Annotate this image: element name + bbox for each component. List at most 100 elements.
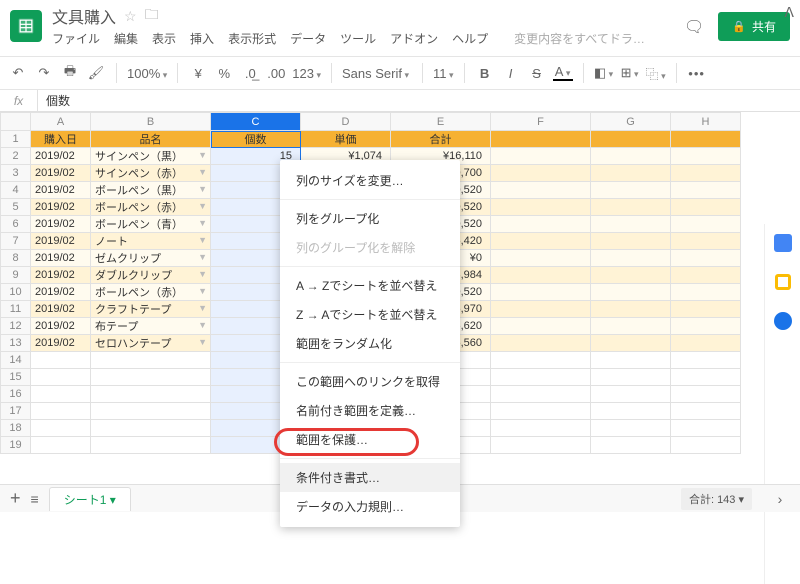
formula-value[interactable]: 個数 xyxy=(38,92,70,109)
dropdown-icon[interactable]: ▼ xyxy=(198,286,207,296)
row-header[interactable]: 13 xyxy=(1,335,31,352)
dropdown-icon[interactable]: ▼ xyxy=(198,201,207,211)
calendar-addon-icon[interactable] xyxy=(774,234,792,252)
row-header[interactable]: 4 xyxy=(1,182,31,199)
dec-decimal[interactable]: .0̲ xyxy=(240,66,260,81)
font-select[interactable]: Sans Serif xyxy=(342,66,412,81)
dropdown-icon[interactable]: ▼ xyxy=(198,167,207,177)
add-sheet-button[interactable]: + xyxy=(10,488,21,509)
menu-view[interactable]: 表示 xyxy=(152,30,176,47)
row-header[interactable]: 19 xyxy=(1,437,31,454)
folder-icon[interactable]: 🗀 xyxy=(145,4,159,28)
col-header-A[interactable]: A xyxy=(31,113,91,131)
row-header[interactable]: 9 xyxy=(1,267,31,284)
fx-label: fx xyxy=(0,90,38,111)
col-header-E[interactable]: E xyxy=(391,113,491,131)
menu-edit[interactable]: 編集 xyxy=(114,30,138,47)
all-sheets-button[interactable]: ≡ xyxy=(31,491,39,507)
ctx-conditional-format[interactable]: 条件付き書式… xyxy=(280,463,460,492)
italic-button[interactable]: I xyxy=(501,66,521,81)
dropdown-icon[interactable]: ▼ xyxy=(198,320,207,330)
undo-button[interactable]: ↶ xyxy=(8,65,28,81)
fill-color-button[interactable]: ◧ xyxy=(594,65,614,81)
row-header[interactable]: 2 xyxy=(1,148,31,165)
dropdown-icon[interactable]: ▼ xyxy=(198,337,207,347)
row-header[interactable]: 11 xyxy=(1,301,31,318)
ctx-get-link[interactable]: この範囲へのリンクを取得 xyxy=(280,367,460,396)
ctx-data-validation[interactable]: データの入力規則… xyxy=(280,492,460,521)
row-header[interactable]: 3 xyxy=(1,165,31,182)
menu-file[interactable]: ファイル xyxy=(52,30,100,47)
share-button[interactable]: 🔒 共有 xyxy=(718,12,790,41)
inc-decimal[interactable]: .00 xyxy=(266,66,286,81)
format-percent[interactable]: % xyxy=(214,66,234,81)
row-header[interactable]: 7 xyxy=(1,233,31,250)
dropdown-icon[interactable]: ▼ xyxy=(198,218,207,228)
row-header[interactable]: 12 xyxy=(1,318,31,335)
text-color-button[interactable]: A xyxy=(553,66,573,81)
row-header[interactable]: 18 xyxy=(1,420,31,437)
font-size[interactable]: 11 xyxy=(433,66,454,81)
sheets-icon xyxy=(16,16,36,36)
col-header-G[interactable]: G xyxy=(591,113,671,131)
toolbar: ↶ ↷ 🖶 🖌 100% ¥ % .0̲ .00 123 Sans Serif … xyxy=(0,56,800,90)
ctx-randomize[interactable]: 範囲をランダム化 xyxy=(280,329,460,358)
dropdown-icon[interactable]: ▼ xyxy=(198,150,207,160)
merge-button[interactable]: ⿻ xyxy=(646,64,666,83)
row-header[interactable]: 16 xyxy=(1,386,31,403)
tasks-addon-icon[interactable] xyxy=(774,312,792,330)
menu-insert[interactable]: 挿入 xyxy=(190,30,214,47)
dropdown-icon[interactable]: ▼ xyxy=(198,269,207,279)
sheets-logo[interactable] xyxy=(10,10,42,42)
explore-chevron[interactable]: › xyxy=(770,491,790,507)
row-header[interactable]: 17 xyxy=(1,403,31,420)
dropdown-icon[interactable]: ▼ xyxy=(198,303,207,313)
comments-icon[interactable]: 🗨 xyxy=(684,17,704,37)
row-header[interactable]: 8 xyxy=(1,250,31,267)
ctx-group-column[interactable]: 列をグループ化 xyxy=(280,204,460,233)
expand-toolbar-icon[interactable]: ᐱ xyxy=(784,4,794,21)
dropdown-icon[interactable]: ▼ xyxy=(198,235,207,245)
sheet-tab[interactable]: シート1 ▾ xyxy=(49,487,131,511)
zoom-select[interactable]: 100% xyxy=(127,66,167,81)
aggregate-display[interactable]: 合計: 143 ▾ xyxy=(681,488,752,510)
ctx-sort-za[interactable]: Z → Aでシートを並べ替え xyxy=(280,300,460,329)
menu-tools[interactable]: ツール xyxy=(340,30,376,47)
dropdown-icon[interactable]: ▼ xyxy=(198,252,207,262)
keep-addon-icon[interactable] xyxy=(775,274,791,290)
ctx-protect-range[interactable]: 範囲を保護… xyxy=(280,425,460,454)
row-header[interactable]: 5 xyxy=(1,199,31,216)
changes-saved[interactable]: 変更内容をすべてドラ… xyxy=(514,30,645,47)
col-header-corner[interactable] xyxy=(1,113,31,131)
row-header[interactable]: 6 xyxy=(1,216,31,233)
col-header-D[interactable]: D xyxy=(301,113,391,131)
doc-title[interactable]: 文具購入 xyxy=(52,4,116,28)
menu-data[interactable]: データ xyxy=(290,30,326,47)
app-header: 文具購入 ☆ 🗀 ファイル 編集 表示 挿入 表示形式 データ ツール アドオン… xyxy=(0,0,800,56)
row-header[interactable]: 1 xyxy=(1,131,31,148)
borders-button[interactable]: ⊞ xyxy=(620,65,640,81)
col-header-C[interactable]: C xyxy=(211,113,301,131)
col-header-F[interactable]: F xyxy=(491,113,591,131)
more-button[interactable]: ••• xyxy=(687,66,707,81)
star-icon[interactable]: ☆ xyxy=(124,8,137,25)
row-header[interactable]: 15 xyxy=(1,369,31,386)
menu-format[interactable]: 表示形式 xyxy=(228,30,276,47)
menu-addons[interactable]: アドオン xyxy=(390,30,438,47)
strike-button[interactable]: S xyxy=(527,66,547,81)
print-button[interactable]: 🖶 xyxy=(60,62,80,84)
redo-button[interactable]: ↷ xyxy=(34,65,54,81)
bold-button[interactable]: B xyxy=(475,66,495,81)
ctx-named-range[interactable]: 名前付き範囲を定義… xyxy=(280,396,460,425)
format-currency[interactable]: ¥ xyxy=(188,66,208,81)
col-header-H[interactable]: H xyxy=(671,113,741,131)
ctx-sort-az[interactable]: A → Zでシートを並べ替え xyxy=(280,271,460,300)
dropdown-icon[interactable]: ▼ xyxy=(198,184,207,194)
row-header[interactable]: 14 xyxy=(1,352,31,369)
ctx-resize-column[interactable]: 列のサイズを変更… xyxy=(280,166,460,195)
num-format[interactable]: 123 xyxy=(292,66,321,81)
menu-help[interactable]: ヘルプ xyxy=(452,30,488,47)
col-header-B[interactable]: B xyxy=(91,113,211,131)
paint-format-button[interactable]: 🖌 xyxy=(86,65,106,81)
row-header[interactable]: 10 xyxy=(1,284,31,301)
